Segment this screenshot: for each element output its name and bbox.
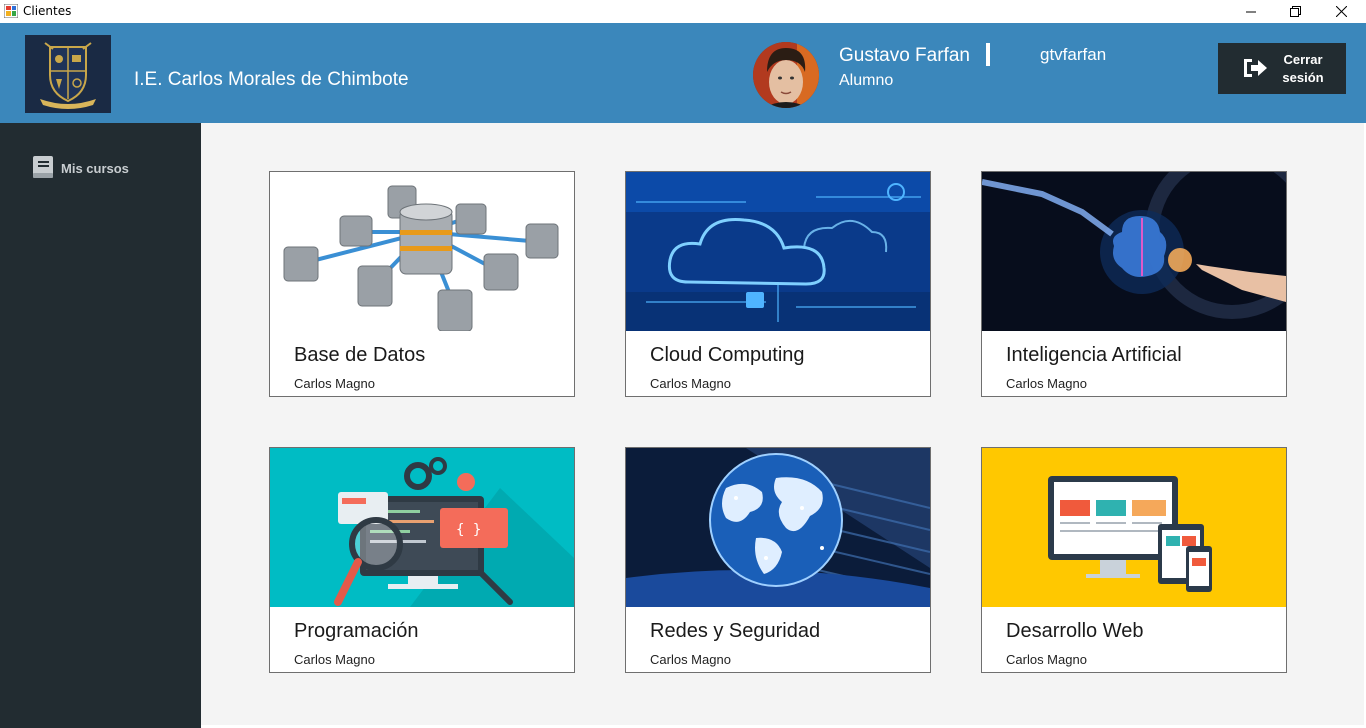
- course-title: Base de Datos: [294, 344, 426, 366]
- course-teacher: Carlos Magno: [650, 376, 731, 391]
- course-title: Inteligencia Artificial: [1006, 344, 1182, 366]
- course-title: Cloud Computing: [650, 344, 805, 366]
- course-card-redes-y-seguridad[interactable]: Redes y Seguridad Carlos Magno: [625, 447, 931, 673]
- user-name: Gustavo Farfan: [839, 45, 970, 66]
- avatar: [753, 42, 819, 108]
- programming-thumbnail: { }: [270, 448, 574, 607]
- sign-out-icon: [1244, 59, 1267, 77]
- sidebar: Mis cursos: [0, 123, 201, 728]
- sidebar-item-label: Mis cursos: [61, 161, 129, 176]
- network-thumbnail: [626, 448, 930, 607]
- logout-button[interactable]: Cerrar sesión: [1218, 43, 1346, 94]
- course-title: Desarrollo Web: [1006, 620, 1144, 642]
- svg-text:{ }: { }: [456, 522, 481, 538]
- app-icon: [4, 4, 18, 18]
- window-title: Clientes: [23, 4, 72, 18]
- course-teacher: Carlos Magno: [294, 376, 375, 391]
- course-card-cloud-computing[interactable]: Cloud Computing Carlos Magno: [625, 171, 931, 397]
- app-window: Clientes I.E. Carlos Morales de Chimbote…: [0, 0, 1366, 728]
- user-username: gtvfarfan: [1040, 45, 1107, 64]
- course-teacher: Carlos Magno: [1006, 652, 1087, 667]
- course-card-inteligencia-artificial[interactable]: Inteligencia Artificial Carlos Magno: [981, 171, 1287, 397]
- school-name: I.E. Carlos Morales de Chimbote: [134, 69, 409, 90]
- course-teacher: Carlos Magno: [1006, 376, 1087, 391]
- cloud-thumbnail: [626, 172, 930, 331]
- course-teacher: Carlos Magno: [650, 652, 731, 667]
- restore-icon: [1289, 6, 1301, 17]
- header-divider: [986, 43, 990, 66]
- ai-thumbnail: [982, 172, 1286, 331]
- minimize-button[interactable]: [1228, 0, 1274, 23]
- user-role: Alumno: [839, 72, 894, 89]
- course-grid: Base de Datos Carlos Magno Cloud Computi…: [201, 123, 1364, 725]
- course-title: Redes y Seguridad: [650, 620, 821, 642]
- course-card-base-de-datos[interactable]: Base de Datos Carlos Magno: [269, 171, 575, 397]
- course-card-desarrollo-web[interactable]: Desarrollo Web Carlos Magno: [981, 447, 1287, 673]
- close-button[interactable]: [1318, 0, 1364, 23]
- header-bar: I.E. Carlos Morales de Chimbote Gustavo …: [0, 23, 1366, 123]
- title-bar: Clientes: [0, 0, 1366, 23]
- database-thumbnail: [270, 172, 574, 331]
- book-icon: [33, 156, 53, 178]
- course-title: Programación: [294, 620, 419, 642]
- restore-button[interactable]: [1272, 0, 1318, 23]
- school-logo: [25, 35, 111, 113]
- minimize-icon: [1246, 11, 1256, 12]
- sidebar-item-mis-cursos[interactable]: Mis cursos: [24, 151, 184, 185]
- close-icon: [1335, 6, 1347, 17]
- logout-label: Cerrar sesión: [1282, 52, 1324, 85]
- course-teacher: Carlos Magno: [294, 652, 375, 667]
- course-card-programacion[interactable]: { } Programación Carlos Magno: [269, 447, 575, 673]
- web-development-thumbnail: [982, 448, 1286, 607]
